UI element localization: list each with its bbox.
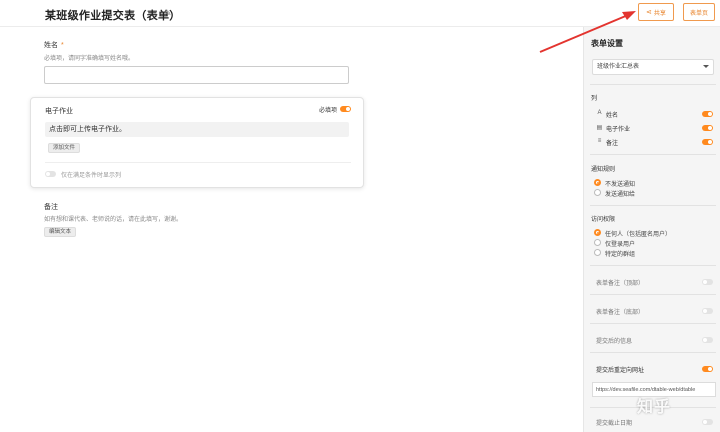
share-icon: ⋖ — [646, 9, 652, 16]
panel-divider — [590, 352, 716, 353]
form-editor: 姓名 * 必填项，请同字准确填写姓名哦。 电子作业 必填项 点击即可上传电子作业。… — [30, 27, 370, 432]
file-field-card[interactable]: 电子作业 必填项 点击即可上传电子作业。 添加文件 仅在满足条件时显示列 — [30, 97, 364, 188]
column-name: 姓名 — [606, 113, 619, 119]
name-field-help: 必填项，请同字准确填写姓名哦。 — [44, 56, 135, 62]
deadline-toggle[interactable] — [702, 419, 713, 425]
required-toggle[interactable] — [340, 106, 351, 112]
column-name: 电子作业 — [606, 127, 631, 133]
columns-label: 列 — [591, 96, 598, 102]
condition-toggle[interactable] — [45, 171, 56, 177]
column-toggle-name[interactable] — [702, 111, 713, 117]
access-group-radio[interactable] — [594, 249, 601, 256]
setting-label: 表单备注（底部） — [596, 310, 645, 316]
notify-none-radio[interactable] — [594, 179, 601, 186]
watermark: 知乎 — [637, 399, 672, 416]
column-toggle-note[interactable] — [702, 139, 713, 145]
panel-divider — [590, 154, 716, 155]
long-text-column-icon: ≡ — [597, 138, 602, 144]
access-label: 访问权限 — [591, 217, 616, 223]
radio-label: 特定的群组 — [605, 252, 636, 258]
upload-zone[interactable]: 点击即可上传电子作业。 — [45, 122, 349, 137]
after-submit-message-toggle[interactable] — [702, 337, 713, 343]
radio-label: 任何人（包括匿名用户） — [605, 232, 672, 238]
access-login-radio[interactable] — [594, 239, 601, 246]
setting-label: 提交后重定向网址 — [596, 368, 645, 374]
note-field-label: 备注 — [44, 204, 58, 211]
setting-label: 提交后的信息 — [596, 339, 633, 345]
card-divider — [45, 162, 351, 163]
form-header: 某班级作业提交表（表单） ✎ ⋖ 共享 表单页 — [0, 0, 720, 27]
file-column-icon: ▤ — [596, 125, 603, 131]
notification-label: 通知规则 — [591, 167, 616, 173]
bottom-note-toggle[interactable] — [702, 308, 713, 314]
panel-title: 表单设置 — [591, 39, 623, 48]
text-column-icon: A — [597, 110, 602, 116]
radio-label: 发送通知给 — [605, 192, 636, 198]
required-toggle-label: 必填项 — [318, 108, 337, 114]
required-star-icon: * — [61, 42, 64, 49]
share-button[interactable]: ⋖ 共享 — [638, 3, 674, 21]
column-toggle-file[interactable] — [702, 125, 713, 131]
edit-text-button[interactable]: 编辑文本 — [44, 227, 77, 237]
chevron-down-icon — [703, 65, 709, 68]
name-field-label: 姓名 * — [44, 42, 64, 49]
notify-send-radio[interactable] — [594, 189, 601, 196]
panel-divider — [590, 205, 716, 206]
form-title: 某班级作业提交表（表单） — [45, 10, 181, 22]
edit-title-icon[interactable]: ✎ — [164, 8, 172, 19]
form-page-button[interactable]: 表单页 — [683, 3, 715, 21]
table-select-value: 班级作业汇总表 — [597, 64, 640, 70]
top-note-toggle[interactable] — [702, 279, 713, 285]
note-field-help: 如有想和课代表、老师说的话，请在此填写，谢谢。 — [44, 217, 183, 223]
condition-label: 仅在满足条件时显示列 — [61, 173, 122, 179]
add-file-button[interactable]: 添加文件 — [48, 143, 81, 153]
table-select[interactable]: 班级作业汇总表 — [592, 59, 714, 75]
panel-divider — [590, 84, 716, 85]
setting-label: 表单备注（顶部） — [596, 281, 645, 287]
share-button-label: 共享 — [653, 10, 666, 17]
panel-divider — [590, 265, 716, 266]
panel-divider — [590, 323, 716, 324]
setting-label: 提交截止日期 — [596, 421, 633, 427]
panel-divider — [590, 294, 716, 295]
radio-label: 仅登录用户 — [605, 242, 636, 248]
column-name: 备注 — [606, 141, 619, 147]
file-field-title: 电子作业 — [45, 108, 73, 115]
name-input[interactable] — [44, 66, 349, 84]
radio-label: 不发送通知 — [605, 182, 636, 188]
form-settings-panel: 表单设置 班级作业汇总表 列 A 姓名 ▤ 电子作业 ≡ 备注 通知规则 不发送… — [583, 27, 720, 432]
access-anyone-radio[interactable] — [594, 229, 601, 236]
redirect-toggle[interactable] — [702, 366, 713, 372]
